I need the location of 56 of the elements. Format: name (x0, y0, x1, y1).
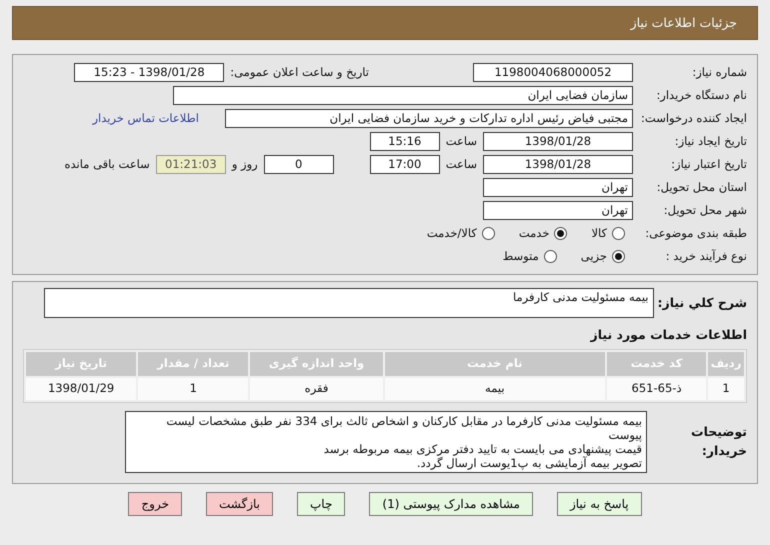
radio-button[interactable] (482, 227, 495, 240)
table-cell: ذ-65-651 (606, 378, 706, 400)
note-line: قیمت پیشنهادی می بایست به تایید دفتر مرکزی بیمه مربوطه برسد (322, 442, 642, 456)
action-button[interactable]: مشاهده مدارک پیوستی (1) (369, 492, 533, 516)
radio-button[interactable] (612, 250, 625, 263)
note-line: بیمه مسئولیت مدنی کارفرما در مقابل کارکنان و اشخاص ثالث برای 334 نفر طبق مشخصات لیست پیوست (165, 414, 642, 442)
province-field: تهران (483, 178, 633, 197)
field-label: نام دستگاه خریدار: (655, 86, 747, 104)
field-label: استان محل تحویل: (656, 178, 747, 196)
created-date-field: 1398/01/28 (483, 132, 633, 151)
action-button[interactable]: پاسخ به نیاز (556, 492, 642, 516)
radio-button[interactable] (544, 250, 557, 263)
need-number-field: 1198004068000052 (473, 63, 633, 82)
field-label: روز و (232, 156, 258, 173)
radio-button[interactable] (554, 227, 568, 240)
field-label: ساعت (446, 156, 477, 173)
table-cell: 1 (708, 378, 744, 400)
field-label: تاریخ اعتبار نیاز: (670, 156, 747, 173)
field-label: ساعت باقی مانده (64, 156, 150, 173)
field-label: شهر محل تحویل: (662, 202, 747, 219)
radio-label: کالا (591, 224, 607, 242)
field-label: تاریخ ایجاد نیاز: (674, 132, 747, 150)
requester-field: مجتبی فیاض رئیس اداره تدارکات و خرید سازمان فضایی ایران (225, 109, 633, 128)
action-button[interactable]: بازگشت (206, 492, 273, 516)
days-field: 0 (264, 155, 334, 174)
field-label: طبقه بندی موضوعی: (644, 224, 747, 242)
radio-button[interactable] (612, 227, 625, 240)
validity-time-field: 17:00 (370, 155, 440, 174)
radio-label: خدمت (518, 224, 550, 242)
action-button[interactable]: چاپ (297, 492, 346, 516)
city-field: تهران (483, 201, 633, 220)
field-label: ساعت (446, 132, 477, 150)
note-line: تصویر بیمه آزمایشی به پ1یوست ارسال گردد. (416, 456, 642, 470)
panel-title: جزئیات اطلاعات نیاز (630, 14, 737, 32)
radio-label: متوسط (502, 248, 539, 265)
table-cell: بیمه (384, 378, 605, 400)
table-cell: 1 (138, 378, 248, 400)
created-time-field: 15:16 (370, 132, 440, 151)
contact-link[interactable]: اطلاعات تماس خریدار (92, 110, 199, 128)
field-label: توضیحات خریدار: (690, 423, 747, 460)
table-cell: 1398/01/29 (26, 378, 136, 400)
buyer-field: سازمان فضایی ایران (173, 86, 633, 105)
action-button[interactable]: خروج (128, 492, 182, 516)
radio-label: جزیی (580, 248, 607, 265)
description-field: بیمه مسئولیت مدنی کارفرما (44, 288, 654, 318)
field-label: شماره نیاز: (691, 64, 747, 81)
table-cell: فقره (250, 378, 383, 400)
section-title: اطلاعات خدمات مورد نیاز (589, 326, 747, 344)
announce-date-field: 1398/01/28 - 15:23 (74, 63, 224, 82)
field-label: ایجاد کننده درخواست: (640, 110, 747, 127)
field-label: شرح کلي نياز: (658, 294, 747, 312)
field-label: نوع فرآیند خرید : (664, 248, 747, 265)
validity-date-field: 1398/01/28 (483, 155, 633, 174)
radio-label: کالا/خدمت (426, 224, 477, 242)
field-label: تاریخ و ساعت اعلان عمومی: (230, 64, 369, 81)
remaining-time-field: 01:21:03 (156, 155, 226, 174)
